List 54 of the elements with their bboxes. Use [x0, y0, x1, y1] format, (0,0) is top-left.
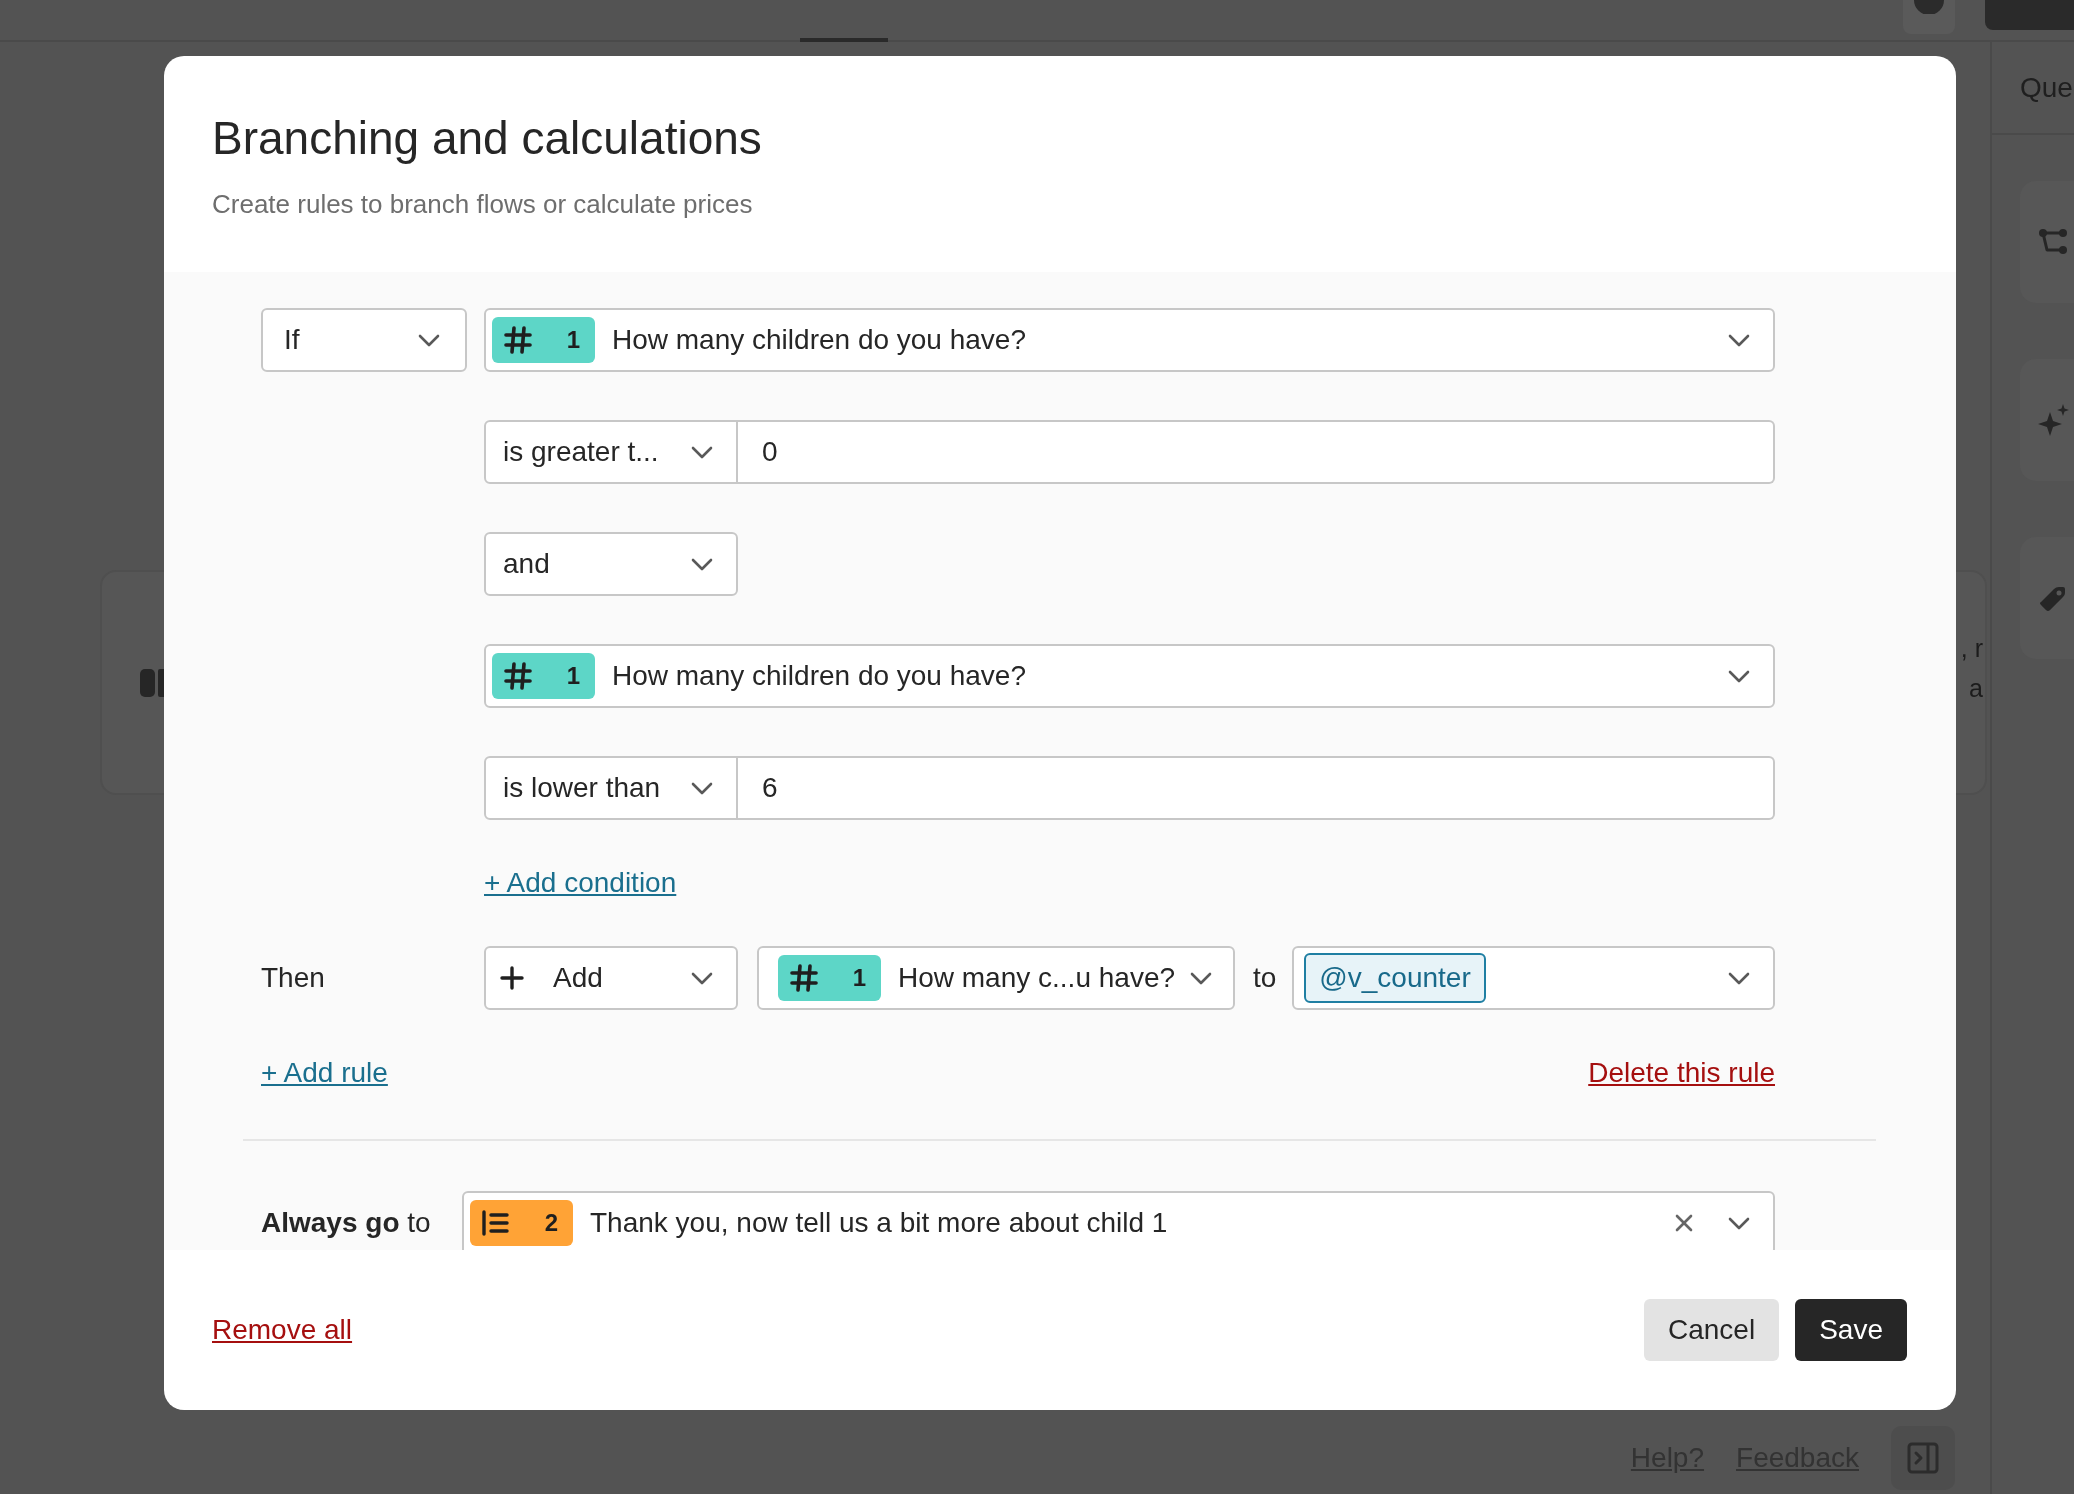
list-icon — [481, 1210, 509, 1236]
question-number: 1 — [566, 326, 580, 354]
panel-toggle-icon — [1907, 1442, 1939, 1474]
toolbar-button[interactable] — [1903, 0, 1955, 34]
chevron-down-icon — [691, 971, 713, 985]
save-button[interactable]: Save — [1795, 1299, 1907, 1361]
hash-icon — [503, 325, 533, 355]
chevron-down-icon — [691, 445, 713, 459]
question-dropdown[interactable]: 1 How many children do you have? — [484, 644, 1775, 708]
variable-dropdown[interactable]: @v_counter — [1292, 946, 1775, 1010]
to-label: to — [1253, 962, 1277, 994]
chevron-down-icon — [418, 333, 440, 347]
dialog-subtitle: Create rules to branch flows or calculate prices — [212, 188, 754, 220]
dialog-title: Branching and calculations — [212, 111, 763, 165]
chevron-down-icon — [1728, 669, 1750, 683]
condition-type-dropdown[interactable]: If — [261, 308, 467, 372]
operator-dropdown[interactable]: is greater t... — [484, 420, 738, 484]
destination-dropdown[interactable]: 2 Thank you, now tell us a bit more about child 1 — [462, 1191, 1775, 1250]
tool-button[interactable] — [2020, 181, 2074, 303]
chevron-down-icon — [691, 781, 713, 795]
card-text: , r — [1960, 632, 1983, 664]
cancel-button[interactable]: Cancel — [1644, 1299, 1780, 1361]
value-input[interactable]: 6 — [738, 756, 1775, 820]
panel-toggle-button[interactable] — [1891, 1426, 1955, 1490]
always-go-to-label: Always go to — [261, 1207, 431, 1239]
logic-dropdown[interactable]: and — [484, 532, 738, 596]
add-condition-link[interactable]: + Add condition — [484, 868, 677, 898]
operator-dropdown[interactable]: is lower than — [484, 756, 738, 820]
flow-icon — [2038, 228, 2068, 256]
then-label: Then — [261, 962, 325, 994]
question-dropdown[interactable]: 1 How many c...u have? — [757, 946, 1235, 1010]
chevron-down-icon — [1728, 971, 1750, 985]
tool-button[interactable] — [2020, 359, 2074, 481]
plus-icon — [500, 966, 524, 990]
tool-button[interactable] — [2020, 537, 2074, 659]
chevron-down-icon — [1728, 1216, 1750, 1230]
question-number: 2 — [544, 1209, 558, 1237]
action-dropdown[interactable]: Add — [484, 946, 738, 1010]
variable-tag: @v_counter — [1304, 953, 1486, 1003]
clear-icon[interactable] — [1675, 1214, 1693, 1232]
question-number: 1 — [852, 964, 866, 992]
hash-icon — [503, 661, 533, 691]
add-rule-link[interactable]: + Add rule — [261, 1058, 388, 1088]
question-number: 1 — [566, 662, 580, 690]
delete-rule-link[interactable]: Delete this rule — [1588, 1058, 1775, 1088]
chevron-down-icon — [691, 557, 713, 571]
chevron-down-icon — [1190, 971, 1212, 985]
value-input[interactable]: 0 — [738, 420, 1775, 484]
hash-icon — [789, 963, 819, 993]
sparkle-icon — [2038, 404, 2070, 436]
question-dropdown[interactable]: 1 How many children do you have? — [484, 308, 1775, 372]
remove-all-link[interactable]: Remove all — [212, 1315, 353, 1345]
chevron-down-icon — [1728, 333, 1750, 347]
card-text: a — [1969, 672, 1983, 704]
